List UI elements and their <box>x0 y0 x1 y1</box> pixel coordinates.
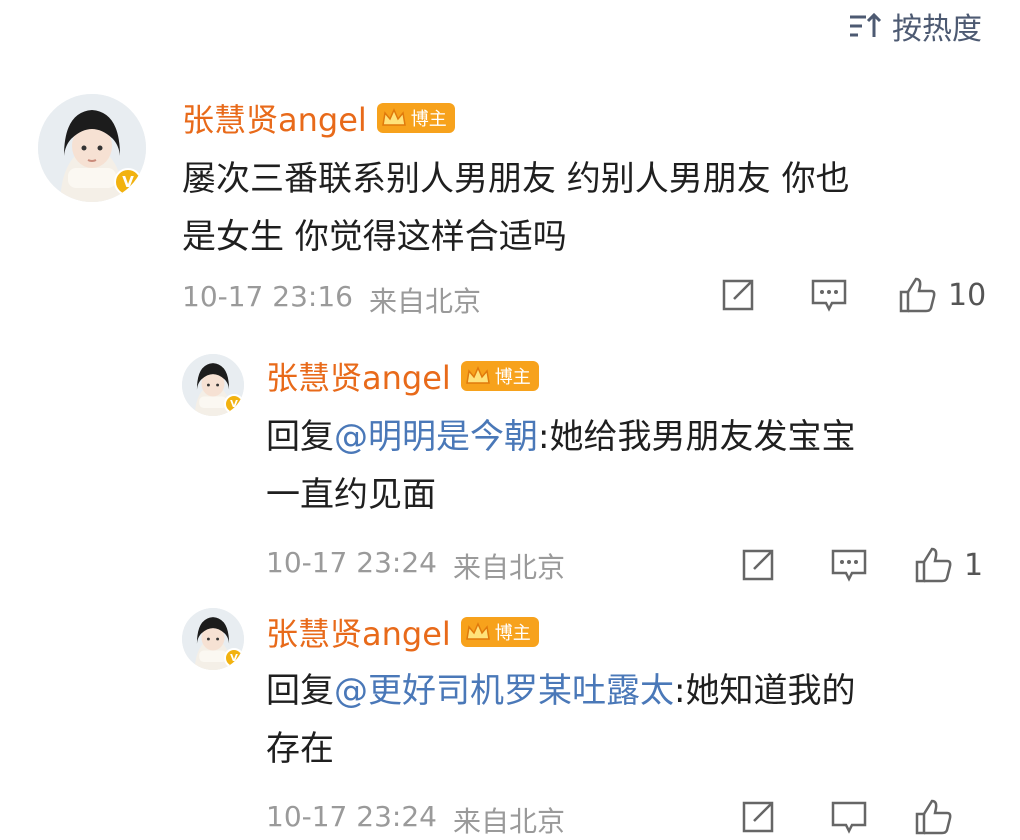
crown-icon <box>465 622 490 640</box>
like-count: 10 <box>948 277 987 313</box>
reply-text-line: 回复@更好司机罗某吐露太:她知道我的 <box>266 662 855 720</box>
reply-text-line: 存在 <box>266 729 334 769</box>
thumbs-up-icon <box>915 547 952 583</box>
mention-link[interactable]: @明明是今朝 <box>334 417 538 457</box>
comment-button[interactable] <box>830 799 868 835</box>
sort-label: 按热度 <box>892 12 982 47</box>
comment-location: 来自北京 <box>368 285 481 318</box>
share-icon <box>722 279 754 311</box>
reply-text-rest: :她给我男朋友发宝宝 <box>538 417 856 457</box>
comment-date: 10-17 23:24 <box>266 800 437 833</box>
comment-button[interactable] <box>830 547 868 583</box>
like-count: 1 <box>964 547 984 583</box>
sort-icon <box>848 11 882 41</box>
username[interactable]: 张慧贤angel <box>182 95 367 141</box>
share-icon <box>742 549 774 581</box>
avatar[interactable]: V <box>182 608 244 670</box>
badge-label: 博主 <box>494 623 531 644</box>
reply-text: 回复@更好司机罗某吐露太:她知道我的 存在 <box>266 662 855 778</box>
verified-icon: V <box>224 394 244 414</box>
comment-text-line: 是女生 你觉得这样合适吗 <box>182 217 567 257</box>
comment-icon <box>831 549 867 582</box>
reply-text: 回复@明明是今朝:她给我男朋友发宝宝 一直约见面 <box>266 408 855 524</box>
mention-link[interactable]: @更好司机罗某吐露太 <box>334 671 674 711</box>
verified-icon: V <box>224 648 244 668</box>
blogger-badge: 博主 <box>460 617 539 647</box>
reply-text-line: 一直约见面 <box>266 475 436 515</box>
like-button[interactable] <box>914 798 964 836</box>
username[interactable]: 张慧贤angel <box>266 353 451 399</box>
comment-button[interactable] <box>810 277 848 313</box>
reply-prefix: 回复 <box>266 417 334 457</box>
sort-by-heat-button[interactable]: 按热度 <box>848 4 982 48</box>
blogger-badge: 博主 <box>460 361 539 391</box>
thumbs-up-icon <box>915 799 952 835</box>
like-button[interactable]: 10 <box>898 276 986 314</box>
comment-icon <box>831 801 867 834</box>
username[interactable]: 张慧贤angel <box>266 609 451 655</box>
blogger-badge: 博主 <box>376 103 455 133</box>
badge-label: 博主 <box>410 109 447 130</box>
crown-icon <box>465 366 490 384</box>
comment-date: 10-17 23:24 <box>266 546 437 579</box>
repost-button[interactable] <box>720 277 756 313</box>
reply-prefix: 回复 <box>266 671 334 711</box>
share-icon <box>742 801 774 833</box>
repost-button[interactable] <box>740 547 776 583</box>
comment-text: 屡次三番联系别人男朋友 约别人男朋友 你也 是女生 你觉得这样合适吗 <box>182 150 850 266</box>
like-button[interactable]: 1 <box>914 546 983 584</box>
avatar[interactable]: V <box>38 94 146 202</box>
comment-location: 来自北京 <box>452 805 565 838</box>
comment-text-line: 屡次三番联系别人男朋友 约别人男朋友 你也 <box>182 159 850 199</box>
thumbs-up-icon <box>899 277 936 313</box>
reply-text-rest: :她知道我的 <box>674 671 856 711</box>
avatar[interactable]: V <box>182 354 244 416</box>
comment-location: 来自北京 <box>452 551 565 584</box>
badge-label: 博主 <box>494 367 531 388</box>
repost-button[interactable] <box>740 799 776 835</box>
comment-date: 10-17 23:16 <box>182 280 353 313</box>
crown-icon <box>381 108 406 126</box>
reply-text-line: 回复@明明是今朝:她给我男朋友发宝宝 <box>266 408 855 466</box>
verified-icon: V <box>114 168 142 196</box>
comment-icon <box>811 279 847 312</box>
